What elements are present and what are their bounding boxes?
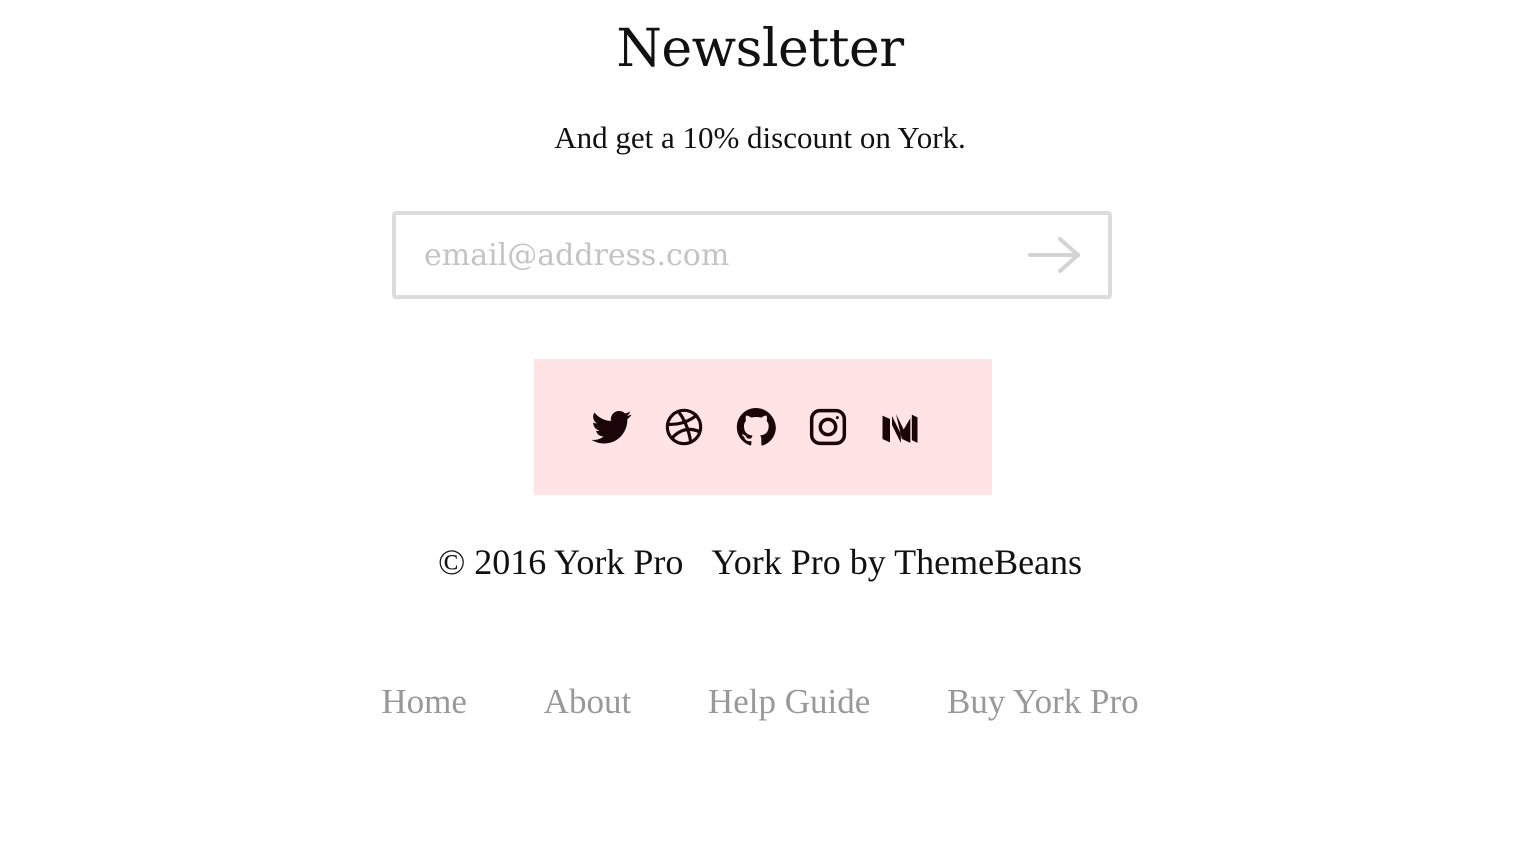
newsletter-subtitle: And get a 10% discount on York.: [554, 120, 966, 155]
dribbble-link[interactable]: [664, 407, 704, 447]
social-links: [592, 407, 920, 447]
footer-copyright: © 2016 York Pro York Pro by ThemeBeans: [0, 540, 1520, 584]
footer-link-buy-york-pro[interactable]: Buy York Pro: [947, 682, 1139, 721]
medium-icon: [880, 407, 920, 447]
footer-link-about[interactable]: About: [544, 682, 632, 721]
github-link[interactable]: [736, 407, 776, 447]
submit-button[interactable]: [1024, 231, 1084, 279]
github-icon: [736, 407, 776, 447]
newsletter-page: Newsletter And get a 10% discount on Yor…: [0, 0, 1520, 850]
footer-link-home[interactable]: Home: [381, 682, 467, 721]
medium-link[interactable]: [880, 407, 920, 447]
social-links-panel: [534, 359, 992, 495]
newsletter-form: [392, 211, 1112, 299]
twitter-icon: [592, 407, 632, 447]
dribbble-icon: [664, 407, 704, 447]
arrow-right-icon: [1024, 231, 1084, 279]
instagram-icon: [808, 407, 848, 447]
footer-nav: Home About Help Guide Buy York Pro: [0, 680, 1520, 724]
copyright-text: © 2016 York Pro: [437, 542, 684, 582]
instagram-link[interactable]: [808, 407, 848, 447]
newsletter-title: Newsletter: [616, 19, 904, 79]
email-input[interactable]: [424, 215, 1004, 295]
theme-credit-link[interactable]: York Pro by ThemeBeans: [711, 540, 1082, 584]
footer-link-help-guide[interactable]: Help Guide: [708, 682, 870, 721]
twitter-link[interactable]: [592, 407, 632, 447]
